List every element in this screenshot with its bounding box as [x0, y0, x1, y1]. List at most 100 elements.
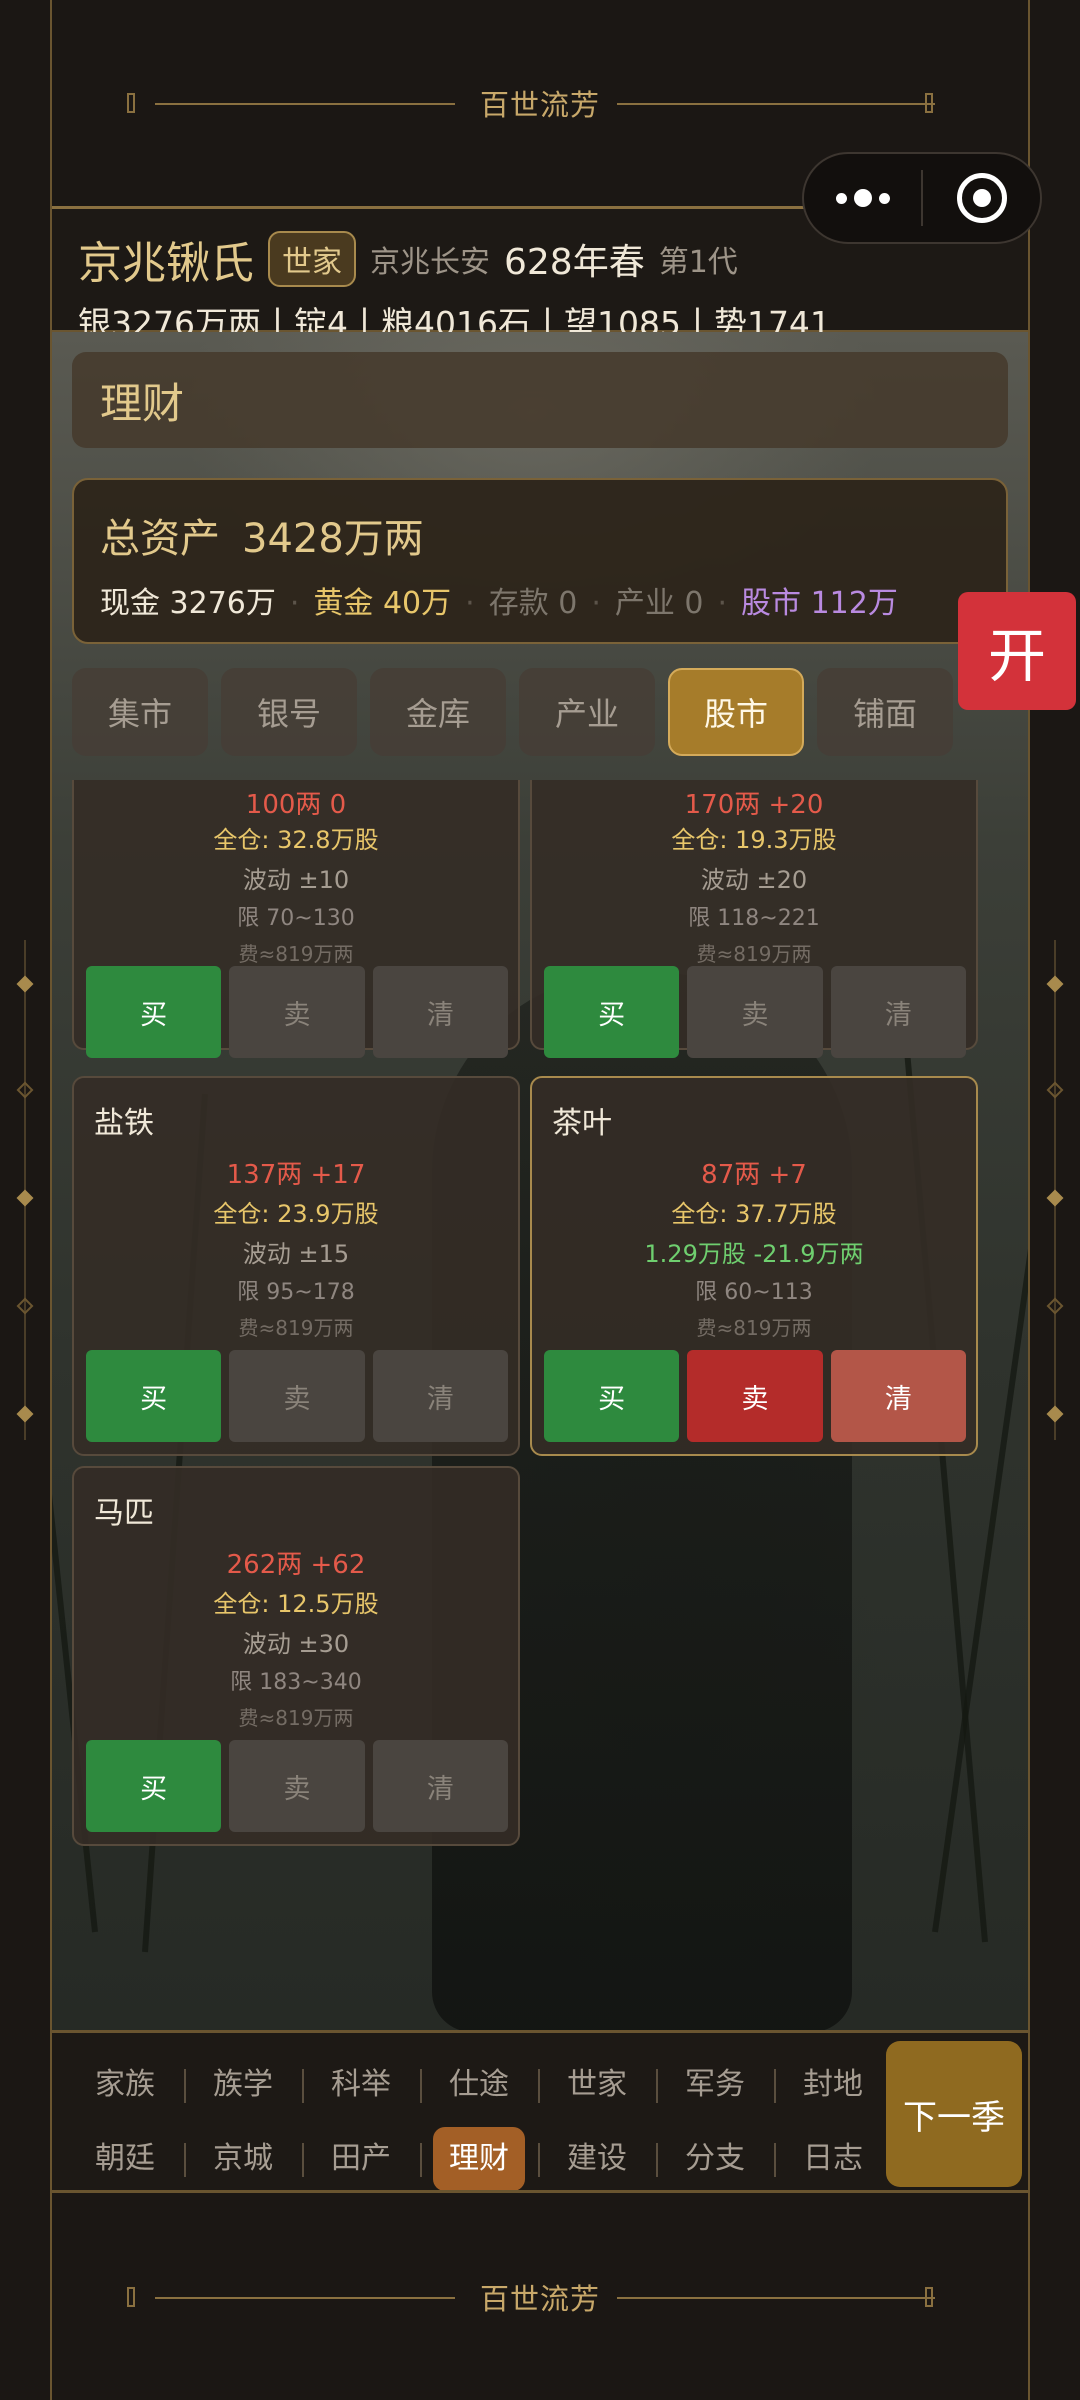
stock-list[interactable]: 100两 0 全仓: 32.8万股 波动 ±10 限 70~130 费≈819万… — [52, 780, 1028, 2030]
gold-amount: 黄金 40万 — [313, 586, 452, 621]
clan-location: 京兆长安 — [370, 245, 490, 280]
banner-line-left — [155, 2296, 455, 2299]
total-assets-label: 总资产 — [100, 516, 220, 562]
buy-button[interactable]: 买 — [544, 1350, 680, 1442]
clear-button[interactable]: 清 — [830, 1350, 966, 1442]
clear-button[interactable]: 清 — [830, 966, 966, 1058]
buy-button[interactable]: 买 — [544, 966, 680, 1058]
separator: · — [465, 586, 475, 621]
banner-line-right — [617, 2296, 935, 2299]
sell-button[interactable]: 卖 — [229, 966, 365, 1058]
nav-item-finance[interactable]: 理财 — [420, 2127, 538, 2191]
stock-card: 100两 0 全仓: 32.8万股 波动 ±10 限 70~130 费≈819万… — [72, 780, 520, 1058]
diamond-ornament — [1046, 975, 1064, 993]
stock-price: 137两 +17 — [226, 1160, 366, 1190]
banner-cap-right — [925, 2286, 933, 2307]
sell-button[interactable]: 卖 — [229, 1350, 365, 1442]
nav-item-fief[interactable]: 封地 — [774, 2053, 892, 2117]
nav-item-court[interactable]: 朝廷 — [66, 2127, 184, 2191]
asset-breakdown: 现金 3276万 · 黄金 40万 · 存款 0 · 产业 0 · 股市 112万 — [100, 578, 898, 622]
nav-item-construction[interactable]: 建设 — [538, 2127, 656, 2191]
diamond-ornament — [1046, 1081, 1064, 1099]
more-menu-icon[interactable] — [804, 189, 921, 207]
stock-limit: 限 183~340 — [230, 1670, 362, 1695]
clear-button[interactable]: 清 — [372, 1350, 508, 1442]
nav-item-clans[interactable]: 世家 — [538, 2053, 656, 2117]
diamond-ornament — [1046, 1405, 1064, 1423]
stock-limit: 限 95~178 — [237, 1280, 355, 1305]
stock-card: 马匹 262两 +62 全仓: 12.5万股 波动 ±30 限 183~340 … — [72, 1466, 520, 1846]
tab-bank[interactable]: 银号 — [221, 668, 357, 756]
asset-summary-panel: 总资产 3428万两 现金 3276万 · 黄金 40万 · 存款 0 · 产业 0 · 股市 1… — [72, 478, 1008, 644]
stock-fee: 费≈819万两 — [238, 1706, 354, 1730]
finance-tabs: 集市 银号 金库 产业 股市 铺面 — [72, 668, 962, 756]
diamond-ornament — [16, 1297, 34, 1315]
bottom-navigation: 家族 族学 科举 仕途 世家 军务 封地 朝廷 京城 田产 理财 建设 分支 日… — [52, 2030, 1028, 2191]
next-season-button[interactable]: 下一季 — [886, 2041, 1022, 2187]
tab-shops[interactable]: 铺面 — [817, 668, 953, 756]
stock-actions: 买 卖 清 — [86, 966, 508, 1058]
nav-item-military[interactable]: 军务 — [656, 2053, 774, 2117]
nav-item-family[interactable]: 家族 — [66, 2053, 184, 2117]
page-title: 理财 — [72, 352, 1008, 448]
nav-item-school[interactable]: 族学 — [184, 2053, 302, 2117]
stock-limit: 限 60~113 — [695, 1280, 813, 1305]
clear-button[interactable]: 清 — [372, 1740, 508, 1832]
separator: · — [591, 586, 601, 621]
stock-volatility: 波动 ±20 — [700, 866, 808, 894]
stock-max-position: 全仓: 32.8万股 — [213, 826, 379, 854]
stock-price: 262两 +62 — [226, 1550, 366, 1580]
stock-actions: 买 卖 清 — [86, 1350, 508, 1442]
nav-item-farmland[interactable]: 田产 — [302, 2127, 420, 2191]
generation: 第1代 — [658, 245, 738, 280]
nav-item-log[interactable]: 日志 — [774, 2127, 892, 2191]
stock-actions: 买 卖 清 — [544, 966, 966, 1058]
clear-button[interactable]: 清 — [372, 966, 508, 1058]
diamond-ornament — [1046, 1189, 1064, 1207]
stock-price: 170两 +20 — [684, 790, 824, 820]
diamond-ornament — [1046, 1297, 1064, 1315]
banner-cap-right — [925, 93, 933, 113]
banner-title: 百世流芳 — [479, 2281, 600, 2316]
stock-volatility: 波动 ±10 — [242, 866, 350, 894]
nav-row: 朝廷 京城 田产 理财 建设 分支 日志 — [66, 2127, 892, 2191]
diamond-ornament — [16, 1081, 34, 1099]
separator: · — [289, 586, 300, 621]
tab-vault[interactable]: 金库 — [370, 668, 506, 756]
stock-max-position: 全仓: 12.5万股 — [213, 1590, 379, 1618]
stock-max-position: 全仓: 37.7万股 — [671, 1200, 837, 1228]
nav-item-career[interactable]: 仕途 — [420, 2053, 538, 2117]
open-button[interactable]: 开 — [958, 592, 1076, 710]
banner-line-right — [617, 103, 935, 105]
total-assets: 总资产 3428万两 — [100, 506, 424, 564]
sell-button[interactable]: 卖 — [687, 1350, 823, 1442]
stock-name: 盐铁 — [94, 1106, 154, 1141]
diamond-ornament — [16, 975, 34, 993]
stock-holding: 1.29万股 -21.9万两 — [644, 1240, 864, 1268]
close-miniprogram-icon[interactable] — [923, 173, 1040, 223]
banner-title: 百世流芳 — [479, 88, 600, 122]
nav-item-branches[interactable]: 分支 — [656, 2127, 774, 2191]
stock-limit: 限 70~130 — [237, 906, 355, 931]
current-year: 628年春 — [504, 242, 645, 283]
sell-button[interactable]: 卖 — [687, 966, 823, 1058]
tab-industry[interactable]: 产业 — [519, 668, 655, 756]
buy-button[interactable]: 买 — [86, 966, 222, 1058]
miniprogram-capsule — [802, 152, 1042, 244]
tab-market[interactable]: 集市 — [72, 668, 208, 756]
stock-name: 茶叶 — [552, 1106, 612, 1141]
nav-item-exam[interactable]: 科举 — [302, 2053, 420, 2117]
nav-item-capital[interactable]: 京城 — [184, 2127, 302, 2191]
tab-stock-market[interactable]: 股市 — [668, 668, 804, 756]
stock-actions: 买 卖 清 — [86, 1740, 508, 1832]
stock-fee: 费≈819万两 — [238, 1316, 354, 1340]
buy-button[interactable]: 买 — [86, 1350, 222, 1442]
total-assets-value: 3428万两 — [242, 516, 424, 562]
buy-button[interactable]: 买 — [86, 1740, 222, 1832]
stock-card: 盐铁 137两 +17 全仓: 23.9万股 波动 ±15 限 95~178 费… — [72, 1076, 520, 1456]
cash-amount: 现金 3276万 — [100, 586, 276, 621]
stock-amount: 股市 112万 — [741, 586, 898, 621]
stock-card: 170两 +20 全仓: 19.3万股 波动 ±20 限 118~221 费≈8… — [530, 780, 978, 1058]
bottom-banner: 百世流芳 — [52, 2190, 1028, 2400]
sell-button[interactable]: 卖 — [229, 1740, 365, 1832]
